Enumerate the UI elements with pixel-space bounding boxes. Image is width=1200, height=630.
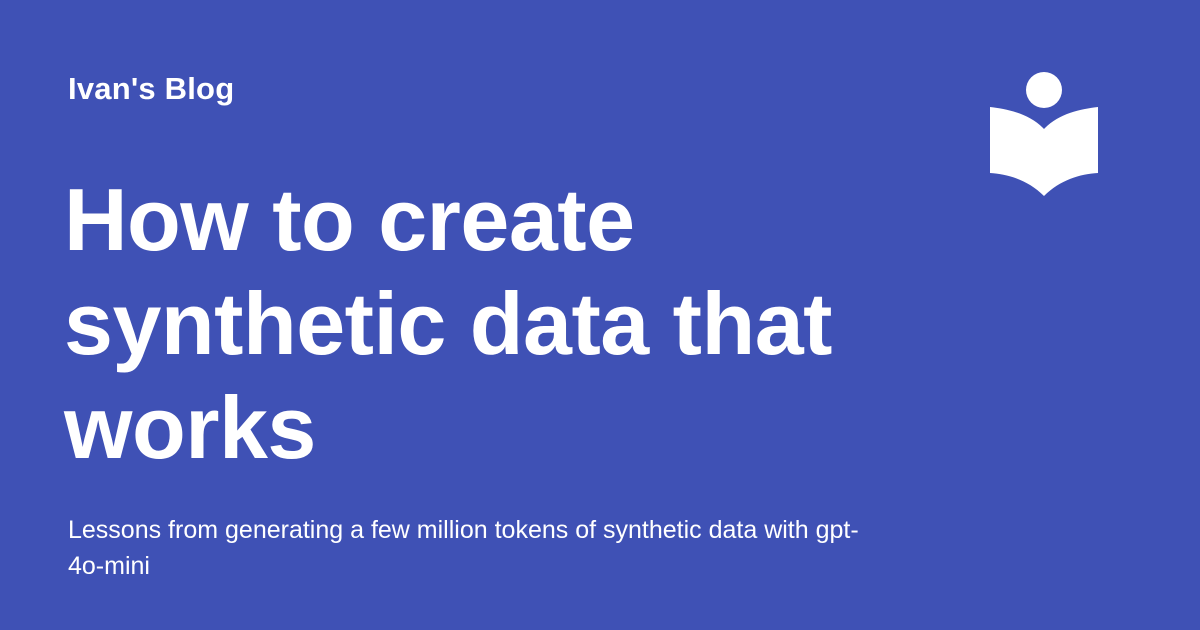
site-name: Ivan's Blog (68, 71, 235, 106)
reader-book-icon (990, 72, 1098, 196)
post-title: How to create synthetic data that works (64, 170, 832, 477)
post-subtitle: Lessons from generating a few million to… (68, 516, 859, 580)
social-card: Ivan's Blog How to create synthetic data… (0, 0, 1200, 630)
